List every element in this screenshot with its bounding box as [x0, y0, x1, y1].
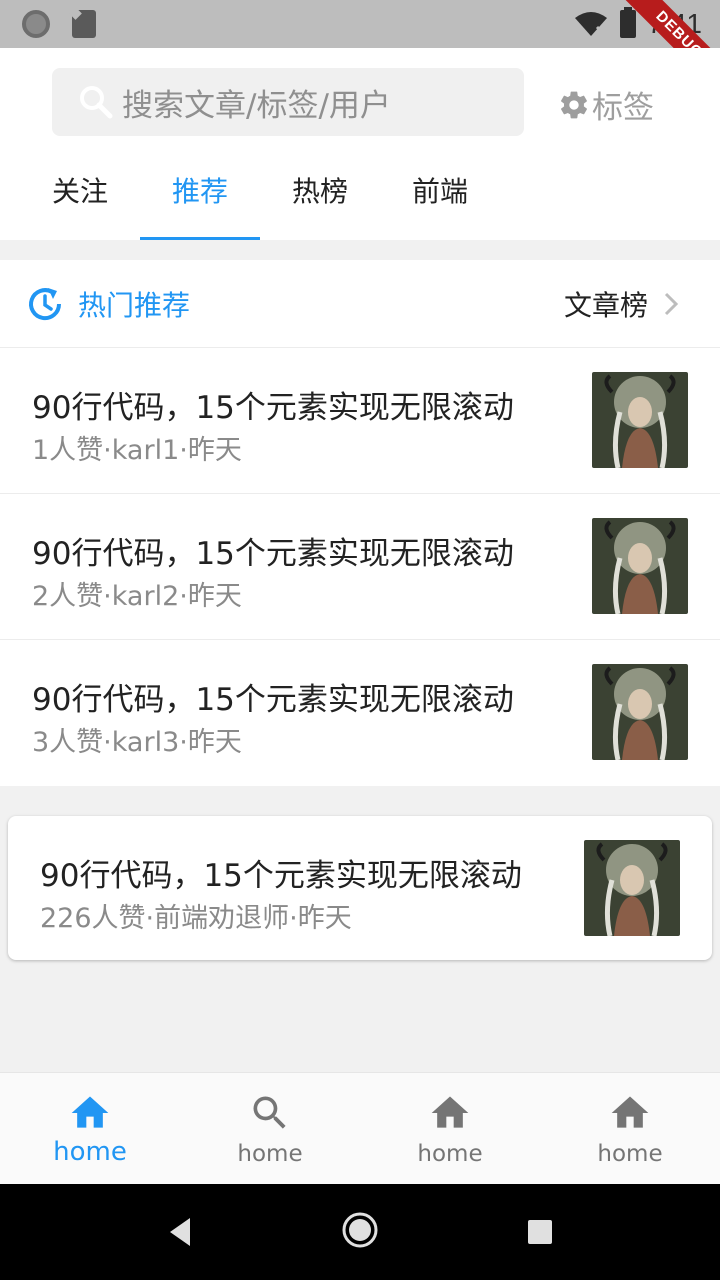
search-icon	[80, 86, 113, 119]
status-bar: 7:41 DEBUG	[0, 0, 720, 48]
list-item[interactable]: 90行代码，15个元素实现无限滚动 1人赞·karl1·昨天	[0, 348, 720, 494]
sd-card-icon	[72, 10, 96, 38]
article-meta: 226人赞·前端劝退师·昨天	[40, 903, 352, 934]
search-input[interactable]: 搜索文章/标签/用户	[52, 68, 524, 136]
nav-item-home-3[interactable]: home	[540, 1073, 720, 1184]
article-meta: 1人赞·karl1·昨天	[32, 435, 242, 466]
article-title: 90行代码，15个元素实现无限滚动	[32, 390, 514, 426]
article-meta: 3人赞·karl3·昨天	[32, 727, 242, 758]
nav-item-home[interactable]: home	[0, 1073, 180, 1184]
list-item[interactable]: 90行代码，15个元素实现无限滚动 2人赞·karl2·昨天	[0, 494, 720, 640]
sync-icon	[22, 10, 50, 38]
nav-item-label: home	[53, 1137, 127, 1167]
hot-title: 热门推荐	[26, 284, 190, 324]
tab-recommend[interactable]: 推荐	[140, 166, 260, 240]
article-thumbnail	[592, 372, 688, 468]
article-title: 90行代码，15个元素实现无限滚动	[40, 858, 522, 894]
nav-item-label: home	[237, 1141, 303, 1167]
hot-title-label: 热门推荐	[78, 288, 191, 322]
article-title: 90行代码，15个元素实现无限滚动	[32, 682, 514, 718]
history-icon	[29, 287, 62, 320]
list-item[interactable]: 90行代码，15个元素实现无限滚动 3人赞·karl3·昨天	[0, 640, 720, 786]
nav-item-search[interactable]: home	[180, 1073, 360, 1184]
tag-button-label: 标签	[592, 90, 654, 126]
tab-bar: 关注 推荐 热榜 前端	[20, 166, 500, 240]
home-icon	[431, 1096, 469, 1128]
app-header: 搜索文章/标签/用户 标签 关注 推荐 热榜 前端	[0, 48, 720, 240]
article-thumbnail	[584, 840, 680, 936]
article-thumbnail	[592, 664, 688, 760]
system-nav-bar	[0, 1184, 720, 1280]
tab-hot[interactable]: 热榜	[260, 166, 380, 240]
search-icon	[253, 1096, 286, 1129]
nav-item-label: home	[417, 1141, 483, 1167]
hot-section: 热门推荐 文章榜 90行代码，15个元素实现无限滚动 1人赞·karl1·昨天 …	[0, 260, 720, 786]
hot-section-header: 热门推荐 文章榜	[0, 260, 720, 348]
article-thumbnail	[592, 518, 688, 614]
tab-follow[interactable]: 关注	[20, 166, 140, 240]
wifi-icon	[574, 10, 608, 38]
gear-icon	[561, 91, 587, 118]
home-icon	[611, 1096, 649, 1128]
tag-button[interactable]: 标签	[558, 82, 654, 127]
article-card[interactable]: 90行代码，15个元素实现无限滚动 226人赞·前端劝退师·昨天	[8, 816, 712, 960]
bottom-navigation: home home home home	[0, 1072, 720, 1184]
article-meta: 2人赞·karl2·昨天	[32, 581, 242, 612]
home-icon	[71, 1096, 109, 1128]
chevron-right-icon	[664, 292, 679, 315]
nav-item-home-2[interactable]: home	[360, 1073, 540, 1184]
article-rank-link[interactable]: 文章榜	[564, 284, 680, 324]
battery-icon	[619, 7, 636, 38]
tab-frontend[interactable]: 前端	[380, 166, 500, 240]
status-icons-left	[22, 10, 96, 38]
recents-icon[interactable]	[528, 1220, 552, 1244]
search-placeholder: 搜索文章/标签/用户	[122, 87, 391, 124]
article-title: 90行代码，15个元素实现无限滚动	[32, 536, 514, 572]
home-button-icon[interactable]	[340, 1210, 380, 1250]
nav-item-label: home	[597, 1141, 663, 1167]
back-icon[interactable]	[166, 1212, 194, 1252]
article-rank-label: 文章榜	[563, 288, 648, 322]
